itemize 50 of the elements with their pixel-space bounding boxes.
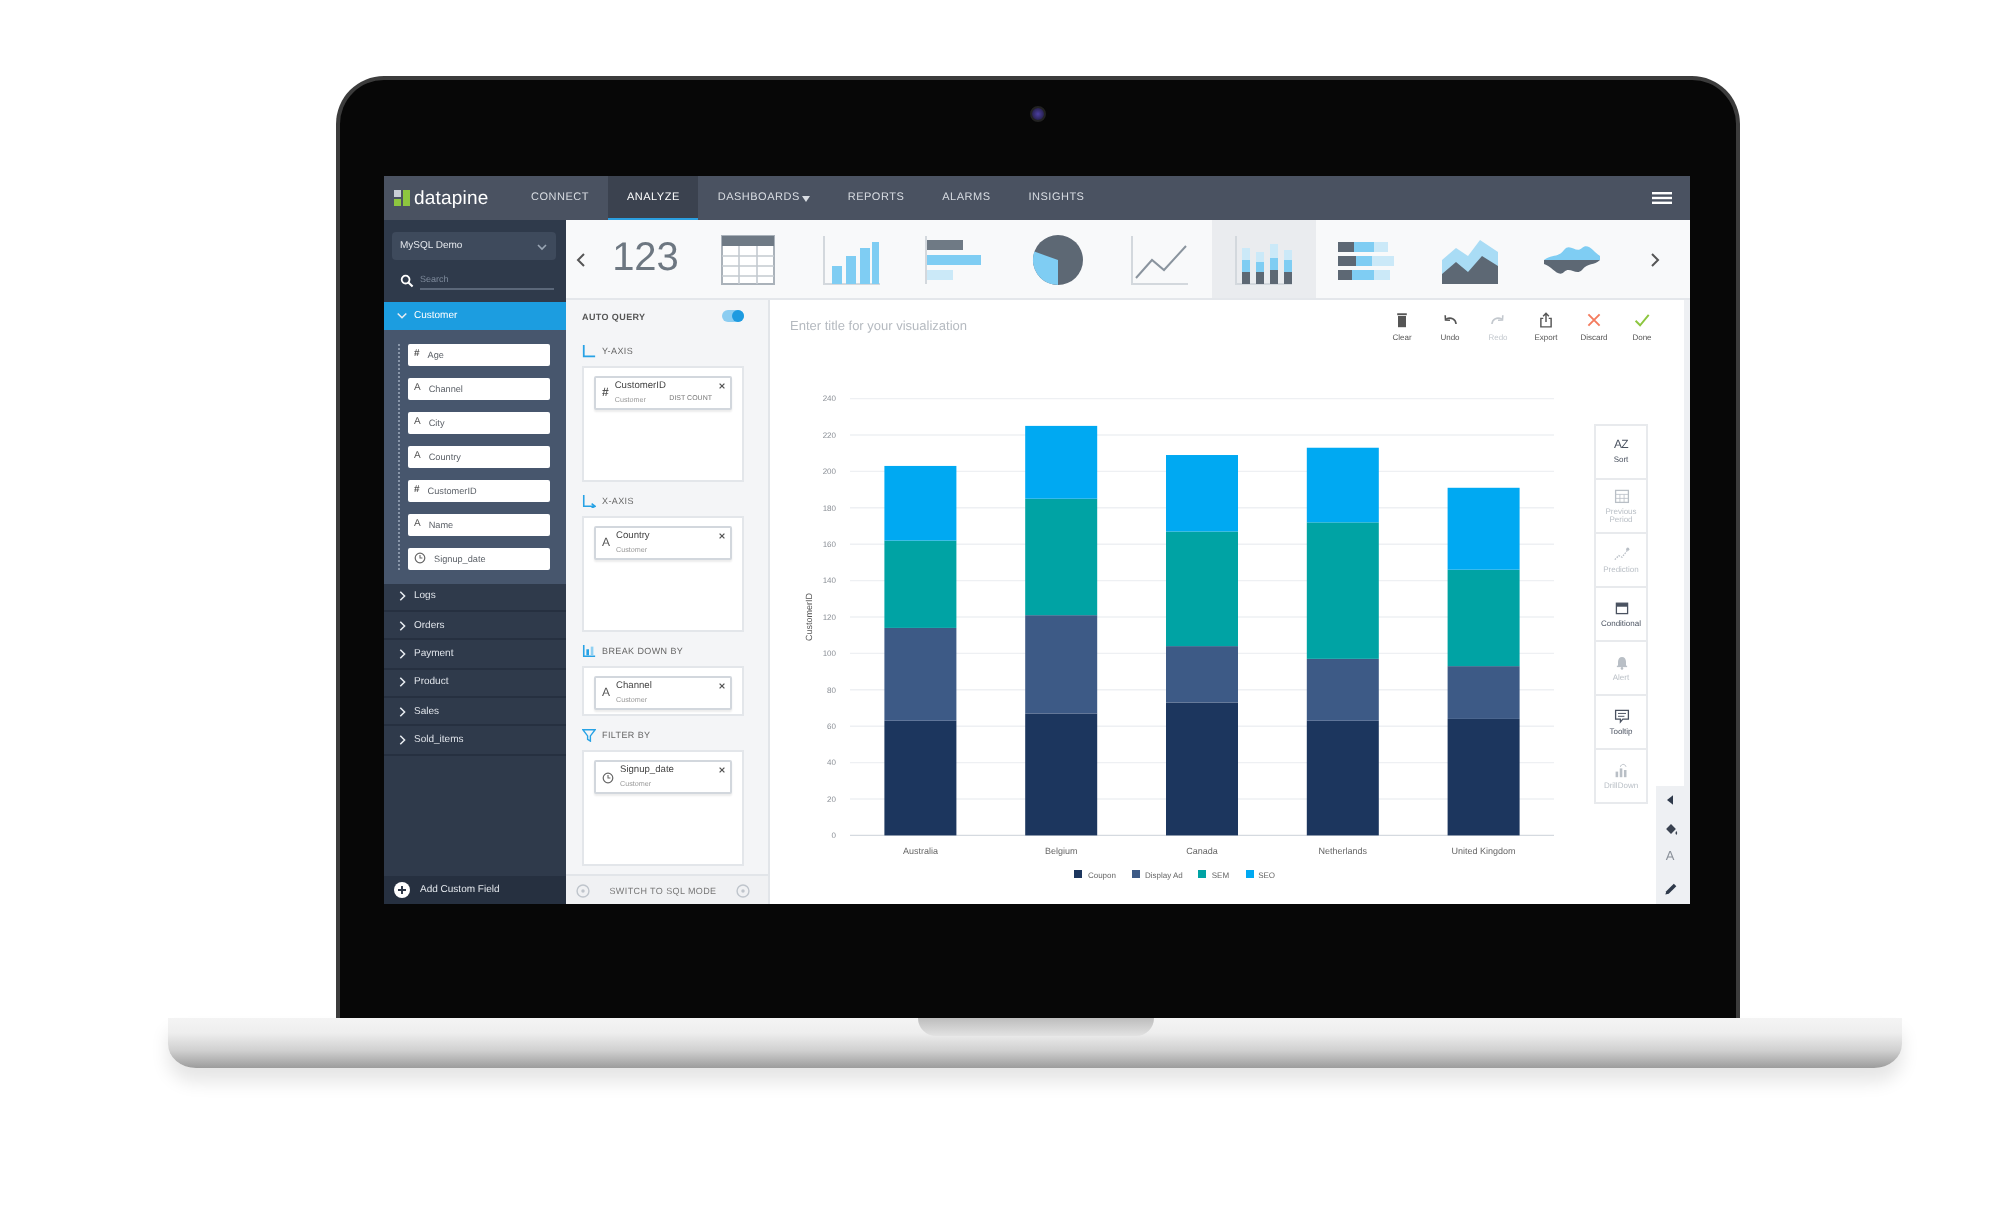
stacked-axis-icon [582, 643, 596, 657]
logo-icon [394, 190, 410, 206]
chevron-left-icon[interactable] [575, 251, 585, 267]
calendar-icon [1613, 487, 1629, 504]
funnel-icon [582, 727, 596, 741]
chevron-right-icon[interactable] [1650, 251, 1660, 267]
collapse-triangle-icon[interactable] [1664, 794, 1676, 807]
bar-chart-icon [924, 233, 985, 285]
line-chart-icon [1130, 233, 1191, 285]
chart-type-button[interactable] [1212, 220, 1315, 298]
bar-segment [884, 465, 957, 541]
chart-type-button[interactable]: 123 [594, 220, 697, 298]
stacked-column-chart-icon [1233, 233, 1294, 285]
bar-segment [884, 627, 957, 721]
remove-icon[interactable] [718, 382, 726, 390]
undo-icon [1442, 312, 1458, 328]
column-chart-icon [821, 233, 882, 285]
paint-bucket-icon[interactable] [1663, 822, 1677, 837]
bar-segment [1025, 615, 1098, 714]
checkmark-icon [1634, 312, 1650, 328]
pie-chart-icon [1027, 233, 1088, 285]
table-chart-icon [718, 233, 779, 285]
bar-chart-icon [1613, 761, 1629, 778]
clock-icon [602, 771, 614, 783]
chevron-down-icon [536, 241, 548, 251]
search-icon [400, 273, 414, 287]
pencil-icon[interactable] [1663, 881, 1677, 896]
redo-icon [1490, 312, 1506, 328]
close-icon [1586, 312, 1602, 328]
remove-icon[interactable] [718, 532, 726, 540]
share-icon [1538, 312, 1554, 328]
axis-icon [582, 343, 596, 357]
bar-segment [884, 720, 957, 836]
bar-segment [1025, 713, 1098, 836]
bar-segment [1447, 487, 1520, 570]
remove-icon[interactable] [718, 766, 726, 774]
bell-icon [1613, 653, 1629, 670]
remove-icon[interactable] [718, 682, 726, 690]
trash-icon [1394, 312, 1410, 328]
clock-icon [414, 552, 426, 564]
auto-query-toggle[interactable] [722, 310, 744, 322]
table-header-icon [1613, 599, 1629, 616]
axis-icon [582, 493, 596, 507]
bar-segment [884, 540, 957, 628]
speech-bubble-icon [1613, 707, 1629, 724]
plus-circle-icon [394, 882, 410, 898]
logo-text: datapine [414, 187, 489, 209]
camera-icon [1030, 106, 1046, 122]
menu-icon[interactable] [1652, 192, 1672, 204]
trend-line-icon [1613, 545, 1629, 562]
